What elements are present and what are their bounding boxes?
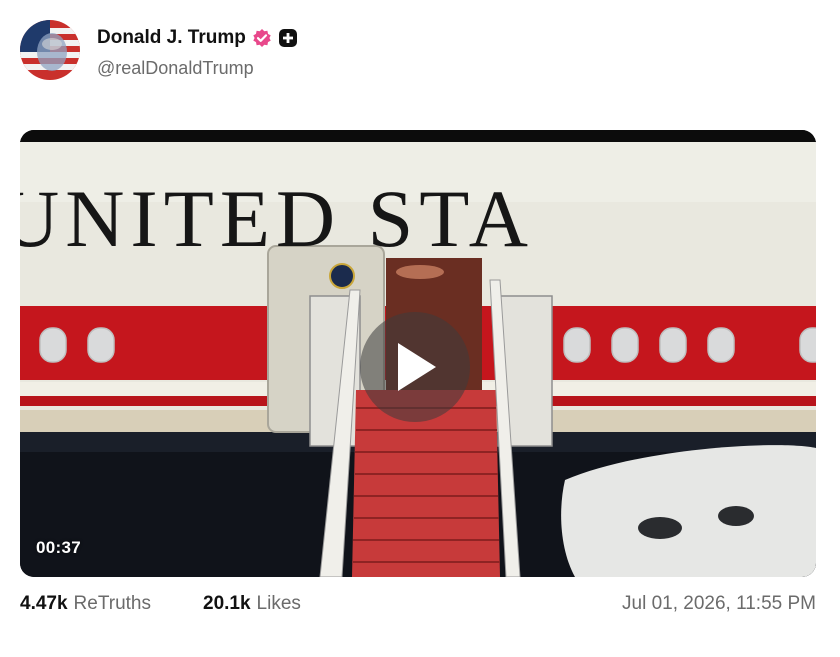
post-footer: 4.47k ReTruths 20.1k Likes Jul 01, 2026,…: [20, 593, 816, 621]
video-duration: 00:37: [36, 538, 81, 557]
play-button[interactable]: [360, 312, 470, 422]
video-player[interactable]: UNITED STA 00:37: [20, 130, 816, 577]
plus-icon[interactable]: [278, 28, 298, 48]
fuselage-lettering: UNITED STA: [20, 173, 534, 264]
play-icon: [398, 343, 436, 391]
verified-badge-icon: [252, 28, 272, 48]
likes-count: 20.1k: [203, 593, 251, 614]
author-handle[interactable]: @realDonaldTrump: [97, 58, 254, 79]
post-header: Donald J. Trump @realDonaldTrump: [20, 20, 800, 82]
retruths-count: 4.47k: [20, 593, 68, 614]
avatar[interactable]: [20, 20, 80, 80]
retruths-label: ReTruths: [73, 593, 151, 614]
post-timestamp[interactable]: Jul 01, 2026, 11:55 PM: [622, 593, 816, 615]
retruths-stat[interactable]: 4.47k ReTruths: [20, 593, 151, 615]
author-name[interactable]: Donald J. Trump: [97, 27, 246, 49]
likes-label: Likes: [256, 593, 301, 614]
likes-stat[interactable]: 20.1k Likes: [203, 593, 301, 615]
author-row: Donald J. Trump: [97, 27, 298, 49]
